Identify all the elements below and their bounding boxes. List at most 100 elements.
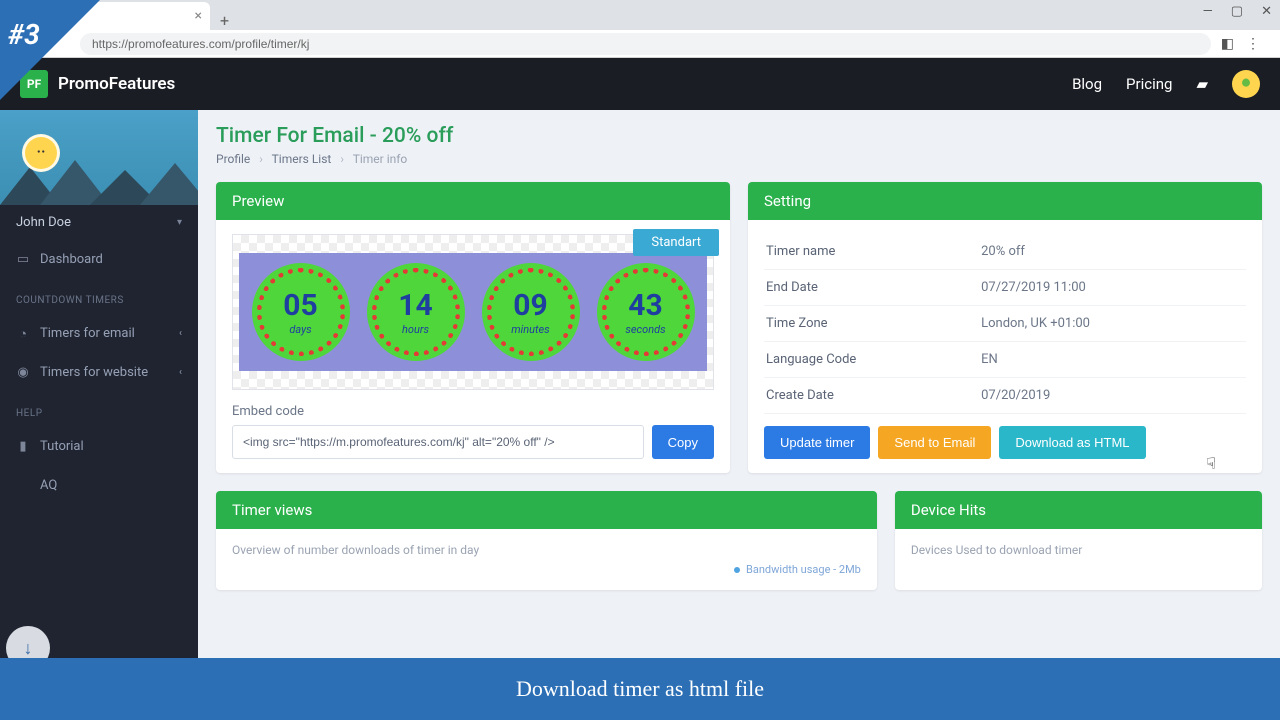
update-timer-button[interactable]: Update timer <box>764 426 870 459</box>
avatar[interactable] <box>1232 70 1260 98</box>
app-header: PF PromoFeatures Blog Pricing ▰ <box>0 58 1280 110</box>
preview-card: Preview Standart 05 days 14 <box>216 182 730 473</box>
globe-icon: ◉ <box>16 366 30 380</box>
device-hits-header: Device Hits <box>895 491 1262 529</box>
dial-hours: 14 hours <box>367 263 465 361</box>
timer-views-card: Timer views Overview of number downloads… <box>216 491 877 590</box>
sidebar-item-timers-website[interactable]: ◉ Timers for website ‹ <box>0 353 198 392</box>
setting-value: 07/20/2019 <box>981 388 1050 403</box>
preview-header: Preview <box>216 182 730 220</box>
dial-value: 14 <box>398 288 432 323</box>
maximize-icon[interactable]: ▢ <box>1231 4 1243 19</box>
setting-actions: Update timer Send to Email Download as H… <box>764 426 1246 459</box>
step-badge-text: #3 <box>8 18 40 51</box>
setting-row: Time ZoneLondon, UK +01:00 <box>764 306 1246 342</box>
breadcrumb: Profile › Timers List › Timer info <box>216 152 1262 166</box>
dashboard-icon: ▭ <box>16 253 30 267</box>
copy-button[interactable]: Copy <box>652 425 714 459</box>
sidebar-item-dashboard[interactable]: ▭ Dashboard <box>0 240 198 279</box>
dial-label: minutes <box>511 323 549 336</box>
preview-box: Standart 05 days 14 hours <box>232 234 714 390</box>
sidebar-avatar <box>22 134 60 172</box>
header-nav: Blog Pricing ▰ <box>1072 70 1260 98</box>
setting-row: Language CodeEN <box>764 342 1246 378</box>
sidebar-item-tutorial[interactable]: ▮ Tutorial <box>0 427 198 466</box>
chevron-down-icon: ▾ <box>177 217 182 228</box>
setting-label: Language Code <box>766 352 981 367</box>
user-menu[interactable]: John Doe ▾ <box>0 205 198 240</box>
dot-icon <box>734 567 740 573</box>
window-controls: — ▢ ✕ <box>1203 4 1272 19</box>
setting-label: Time Zone <box>766 316 981 331</box>
timer-strip: 05 days 14 hours 09 minutes <box>239 253 707 371</box>
setting-row: Create Date07/20/2019 <box>764 378 1246 414</box>
sidebar: John Doe ▾ ▭ Dashboard COUNTDOWN TIMERS … <box>0 110 198 658</box>
chevron-left-icon: ‹ <box>179 328 182 339</box>
setting-row: End Date07/27/2019 11:00 <box>764 270 1246 306</box>
extension-icon[interactable]: ◧ <box>1221 36 1234 52</box>
browser-chrome: × + — ▢ ✕ ◧ ⋮ <box>0 0 1280 58</box>
device-hits-subtitle: Devices Used to download timer <box>911 543 1246 557</box>
nav-pricing[interactable]: Pricing <box>1126 75 1172 93</box>
breadcrumb-sep: › <box>259 152 263 166</box>
sidebar-label: Dashboard <box>40 252 103 267</box>
sidebar-hero <box>0 110 198 205</box>
setting-label: Create Date <box>766 388 981 403</box>
setting-value: 20% off <box>981 244 1025 259</box>
breadcrumb-profile[interactable]: Profile <box>216 152 250 166</box>
page-title: Timer For Email - 20% off <box>216 124 1262 148</box>
caption-bar: Download timer as html file <box>0 658 1280 720</box>
dial-value: 09 <box>513 288 547 323</box>
sidebar-label: Timers for website <box>40 365 148 380</box>
dial-label: hours <box>402 323 429 336</box>
chevron-left-icon: ‹ <box>179 367 182 378</box>
dial-seconds: 43 seconds <box>597 263 695 361</box>
setting-label: End Date <box>766 280 981 295</box>
caption-text: Download timer as html file <box>516 676 764 702</box>
cursor-icon: ☟ <box>1206 454 1216 473</box>
setting-header: Setting <box>748 182 1262 220</box>
timer-views-header: Timer views <box>216 491 877 529</box>
new-tab-button[interactable]: + <box>210 11 239 30</box>
standart-badge: Standart <box>633 229 719 256</box>
sidebar-label: AQ <box>40 478 57 493</box>
download-indicator[interactable]: ↓ <box>6 626 50 658</box>
bandwidth-row: Bandwidth usage - 2Mb <box>232 563 861 576</box>
breadcrumb-sep: › <box>340 152 344 166</box>
minimize-icon[interactable]: — <box>1203 4 1213 19</box>
clock-icon: ◔ <box>16 327 30 341</box>
file-icon: ▮ <box>16 440 30 454</box>
nav-blog[interactable]: Blog <box>1072 75 1102 93</box>
sidebar-item-timers-email[interactable]: ◔ Timers for email ‹ <box>0 314 198 353</box>
dial-value: 43 <box>628 288 662 323</box>
close-window-icon[interactable]: ✕ <box>1261 4 1272 19</box>
dial-label: seconds <box>625 323 665 336</box>
device-hits-card: Device Hits Devices Used to download tim… <box>895 491 1262 590</box>
dial-minutes: 09 minutes <box>482 263 580 361</box>
sidebar-item-faq[interactable]: AQ <box>0 466 198 505</box>
sidebar-label: Timers for email <box>40 326 135 341</box>
dial-label: days <box>289 323 311 336</box>
sidebar-section-help: HELP <box>0 392 198 427</box>
dial-days: 05 days <box>252 263 350 361</box>
dial-value: 05 <box>283 288 317 323</box>
download-html-button[interactable]: Download as HTML <box>999 426 1145 459</box>
url-input[interactable] <box>80 33 1211 55</box>
faq-icon <box>16 479 30 493</box>
breadcrumb-timers-list[interactable]: Timers List <box>272 152 332 166</box>
setting-label: Timer name <box>766 244 981 259</box>
menu-icon[interactable]: ⋮ <box>1246 36 1260 52</box>
send-email-button[interactable]: Send to Email <box>878 426 991 459</box>
setting-value: 07/27/2019 11:00 <box>981 280 1086 295</box>
setting-value: EN <box>981 352 998 367</box>
embed-code-input[interactable] <box>232 425 644 459</box>
bandwidth-text: Bandwidth usage - 2Mb <box>746 563 861 576</box>
sidebar-label: Tutorial <box>40 439 84 454</box>
setting-value: London, UK +01:00 <box>981 316 1090 331</box>
close-tab-icon[interactable]: × <box>195 8 202 24</box>
notification-icon[interactable]: ▰ <box>1196 75 1208 93</box>
embed-label: Embed code <box>232 404 714 419</box>
tab-bar: × + — ▢ ✕ <box>0 0 1280 30</box>
breadcrumb-current: Timer info <box>353 152 408 166</box>
sidebar-section-timers: COUNTDOWN TIMERS <box>0 279 198 314</box>
